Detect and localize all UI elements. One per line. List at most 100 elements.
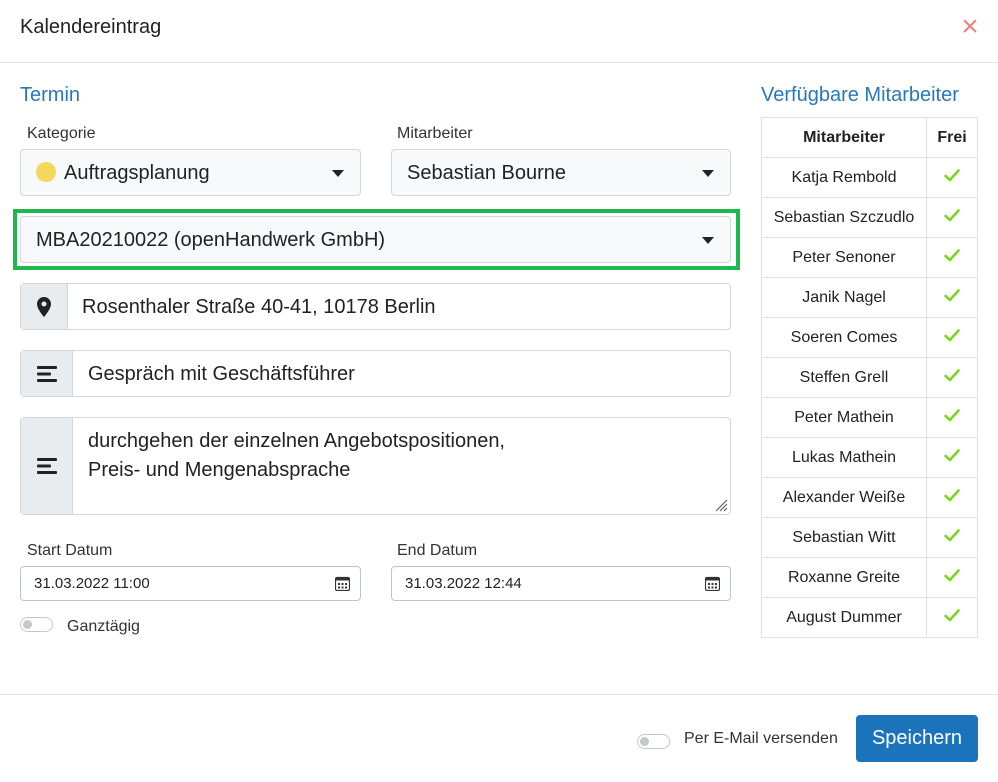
table-row: Soeren Comes xyxy=(761,317,978,358)
ganztaegig-label: Ganztägig xyxy=(67,618,140,635)
staff-name: Steffen Grell xyxy=(761,357,927,398)
end-date-value: 31.03.2022 12:44 xyxy=(405,575,522,592)
availability-cell xyxy=(926,237,978,278)
ganztaegig-toggle[interactable] xyxy=(20,617,53,632)
description-line: durchgehen der einzelnen Angebotspositio… xyxy=(88,430,505,452)
termin-section-title: Termin xyxy=(20,84,81,106)
check-icon xyxy=(944,368,960,381)
description-input-group[interactable]: durchgehen der einzelnen Angebotspositio… xyxy=(20,417,731,515)
subject-input[interactable]: Gespräch mit Geschäftsführer xyxy=(88,363,355,386)
staff-name: Alexander Weiße xyxy=(761,477,927,518)
table-row: Katja Rembold xyxy=(761,157,978,198)
table-row: Sebastian Witt xyxy=(761,517,978,558)
check-icon xyxy=(944,488,960,501)
availability-cell xyxy=(926,157,978,198)
resize-grip-icon[interactable] xyxy=(714,498,728,512)
table-row: Peter Senoner xyxy=(761,237,978,278)
check-icon xyxy=(944,328,960,341)
availability-cell xyxy=(926,517,978,558)
table-row: Peter Mathein xyxy=(761,397,978,438)
subject-addon xyxy=(21,351,73,396)
mitarbeiter-value: Sebastian Bourne xyxy=(407,162,567,184)
check-icon xyxy=(944,248,960,261)
check-icon xyxy=(944,448,960,461)
email-toggle[interactable] xyxy=(637,734,670,749)
email-toggle-label: Per E-Mail versenden xyxy=(684,730,838,747)
category-color-dot xyxy=(36,162,56,182)
subject-input-group[interactable]: Gespräch mit Geschäftsführer xyxy=(20,350,731,397)
staff-name: Sebastian Witt xyxy=(761,517,927,558)
check-icon xyxy=(944,528,960,541)
description-addon xyxy=(21,418,73,514)
staff-name: Janik Nagel xyxy=(761,277,927,318)
end-date-input[interactable]: 31.03.2022 12:44 xyxy=(391,566,731,601)
staff-name: Katja Rembold xyxy=(761,157,927,198)
check-icon xyxy=(944,168,960,181)
address-input[interactable]: Rosenthaler Straße 40-41, 10178 Berlin xyxy=(82,296,436,319)
check-icon xyxy=(944,608,960,621)
dialog-title: Kalendereintrag xyxy=(20,16,162,38)
staff-section-title: Verfügbare Mitarbeiter xyxy=(761,84,959,106)
staff-name: Peter Mathein xyxy=(761,397,927,438)
availability-cell xyxy=(926,477,978,518)
availability-cell xyxy=(926,357,978,398)
mitarbeiter-label: Mitarbeiter xyxy=(397,125,473,142)
save-button[interactable]: Speichern xyxy=(856,715,978,762)
availability-cell xyxy=(926,397,978,438)
staff-name: Sebastian Szczudlo xyxy=(761,197,927,238)
availability-cell xyxy=(926,197,978,238)
dialog-header: Kalendereintrag × xyxy=(0,0,998,63)
address-addon xyxy=(21,284,68,329)
staff-name: Peter Senoner xyxy=(761,237,927,278)
mitarbeiter-select[interactable]: Sebastian Bourne xyxy=(391,149,731,196)
table-row: Steffen Grell xyxy=(761,357,978,398)
staff-table-body: Katja Rembold Sebastian Szczudlo Peter Sen… xyxy=(761,157,978,638)
map-marker-icon xyxy=(37,296,51,317)
availability-cell xyxy=(926,317,978,358)
staff-table-header-row: Mitarbeiter Frei xyxy=(761,117,978,158)
start-date-input[interactable]: 31.03.2022 11:00 xyxy=(20,566,361,601)
availability-cell xyxy=(926,277,978,318)
availability-cell xyxy=(926,437,978,478)
table-row: August Dummer xyxy=(761,597,978,638)
availability-cell xyxy=(926,597,978,638)
chevron-down-icon xyxy=(332,170,344,177)
check-icon xyxy=(944,208,960,221)
column-header-mitarbeiter: Mitarbeiter xyxy=(761,117,927,158)
check-icon xyxy=(944,568,960,581)
availability-cell xyxy=(926,557,978,598)
staff-name: Roxanne Greite xyxy=(761,557,927,598)
toggle-knob xyxy=(640,737,649,746)
staff-table: Mitarbeiter Frei Katja Rembold Sebastian … xyxy=(761,117,978,638)
calendar-icon[interactable] xyxy=(335,576,350,591)
chevron-down-icon xyxy=(702,237,714,244)
auftrag-select[interactable]: MBA20210022 (openHandwerk GmbH) xyxy=(20,216,731,263)
start-date-value: 31.03.2022 11:00 xyxy=(34,575,150,592)
table-row: Lukas Mathein xyxy=(761,437,978,478)
column-header-frei: Frei xyxy=(926,117,978,158)
staff-name: Lukas Mathein xyxy=(761,437,927,478)
description-textarea[interactable]: durchgehen der einzelnen Angebotspositio… xyxy=(88,427,505,485)
table-row: Sebastian Szczudlo xyxy=(761,197,978,238)
kategorie-select[interactable]: Auftragsplanung xyxy=(20,149,361,196)
align-justify-icon xyxy=(36,365,57,382)
auftrag-value: MBA20210022 (openHandwerk GmbH) xyxy=(36,229,386,251)
dialog-footer xyxy=(0,694,998,782)
staff-name: Soeren Comes xyxy=(761,317,927,358)
kategorie-value: Auftragsplanung xyxy=(64,162,210,184)
kategorie-label: Kategorie xyxy=(27,125,96,142)
calendar-icon[interactable] xyxy=(705,576,720,591)
check-icon xyxy=(944,288,960,301)
table-row: Alexander Weiße xyxy=(761,477,978,518)
address-input-group[interactable]: Rosenthaler Straße 40-41, 10178 Berlin xyxy=(20,283,731,330)
staff-name: August Dummer xyxy=(761,597,927,638)
align-justify-icon xyxy=(36,458,57,474)
table-row: Janik Nagel xyxy=(761,277,978,318)
table-row: Roxanne Greite xyxy=(761,557,978,598)
description-line: Preis- und Mengenabsprache xyxy=(88,459,351,481)
close-button[interactable]: × xyxy=(956,12,984,42)
chevron-down-icon xyxy=(702,170,714,177)
toggle-knob xyxy=(23,620,32,629)
start-date-label: Start Datum xyxy=(27,542,113,559)
check-icon xyxy=(944,408,960,421)
